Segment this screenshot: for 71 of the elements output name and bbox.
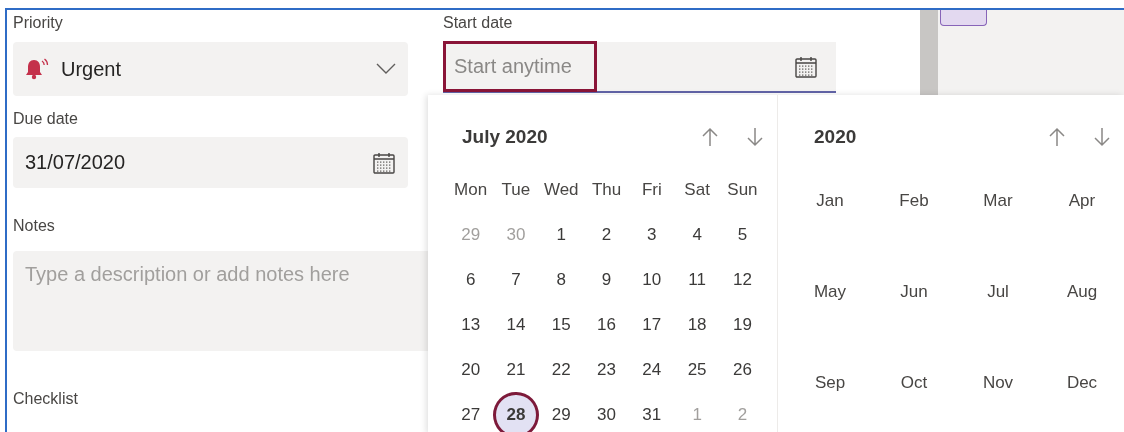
month-title[interactable]: July 2020: [448, 126, 687, 148]
weekday-label: Fri: [640, 178, 663, 201]
month[interactable]: Oct: [894, 366, 934, 399]
field-label: Start date: [443, 14, 514, 32]
arrow-down-icon: [1093, 127, 1110, 147]
due-date-field[interactable]: 31/07/2020: [13, 137, 408, 188]
day[interactable]: 23: [588, 351, 625, 388]
month[interactable]: Jun: [894, 275, 934, 308]
day[interactable]: 15: [543, 306, 580, 343]
field-label: Notes: [13, 217, 56, 235]
day[interactable]: 10: [633, 261, 670, 298]
day[interactable]: 17: [633, 306, 670, 343]
weekday-label: Thu: [590, 178, 623, 201]
day[interactable]: 31: [633, 396, 670, 432]
day[interactable]: 16: [588, 306, 625, 343]
day[interactable]: 28: [493, 391, 539, 432]
day[interactable]: 19: [724, 306, 761, 343]
weekday-label: Sat: [683, 178, 711, 201]
month[interactable]: Sep: [808, 366, 852, 399]
month[interactable]: Apr: [1062, 184, 1102, 217]
arrow-down-icon: [746, 127, 763, 147]
day[interactable]: 2: [588, 216, 625, 253]
day[interactable]: 20: [452, 351, 489, 388]
day[interactable]: 8: [543, 261, 580, 298]
date-value: 31/07/2020: [25, 151, 127, 174]
month[interactable]: Nov: [976, 366, 1020, 399]
month[interactable]: Feb: [893, 184, 935, 217]
day[interactable]: 9: [588, 261, 625, 298]
day[interactable]: 21: [497, 351, 534, 388]
day[interactable]: 11: [679, 261, 716, 298]
arrow-up-icon: [701, 127, 718, 147]
month[interactable]: Jan: [810, 184, 850, 217]
month[interactable]: May: [807, 275, 853, 308]
field-label: Due date: [13, 110, 79, 128]
day[interactable]: 22: [543, 351, 580, 388]
day[interactable]: 24: [633, 351, 670, 388]
day[interactable]: 18: [679, 306, 716, 343]
weekday-label: Mon: [453, 178, 489, 201]
day[interactable]: 25: [679, 351, 716, 388]
day[interactable]: 27: [452, 396, 489, 432]
weekday-label: Sun: [726, 178, 759, 201]
month[interactable]: Aug: [1060, 275, 1104, 308]
weekday-label: Wed: [542, 178, 580, 201]
field-label: Priority: [13, 14, 64, 32]
arrow-up-icon: [1048, 127, 1065, 147]
dropdown-value: Urgent: [61, 57, 123, 81]
day[interactable]: 26: [724, 351, 761, 388]
chevron-down-icon[interactable]: [376, 63, 396, 75]
day[interactable]: 6: [452, 261, 489, 298]
priority-dropdown[interactable]: Urgent: [13, 42, 408, 96]
year-title[interactable]: 2020: [794, 126, 1034, 148]
day[interactable]: 1: [543, 216, 580, 253]
start-date-field[interactable]: Start anytime: [443, 41, 597, 92]
day[interactable]: 30: [588, 396, 625, 432]
day[interactable]: 4: [679, 216, 716, 253]
calendar-icon[interactable]: [794, 54, 818, 79]
month[interactable]: Jul: [981, 275, 1015, 308]
day[interactable]: 7: [497, 261, 534, 298]
weekday-label: Tue: [500, 178, 532, 201]
month[interactable]: Dec: [1060, 366, 1104, 399]
month[interactable]: Mar: [977, 184, 1019, 217]
day[interactable]: 13: [452, 306, 489, 343]
day[interactable]: 5: [724, 216, 761, 253]
day[interactable]: 3: [633, 216, 670, 253]
field-label: Checklist: [13, 390, 79, 408]
calendar-icon[interactable]: [372, 150, 396, 175]
bell-icon: [25, 58, 49, 80]
day[interactable]: 29: [543, 396, 580, 432]
day[interactable]: 12: [724, 261, 761, 298]
day[interactable]: 14: [497, 306, 534, 343]
tab[interactable]: [940, 10, 987, 26]
